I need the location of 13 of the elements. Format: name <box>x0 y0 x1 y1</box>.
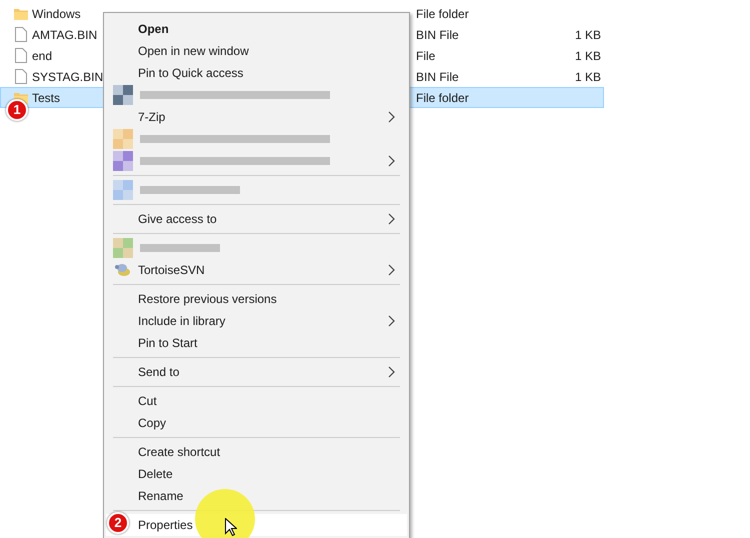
file-type: BIN File <box>416 70 459 84</box>
file-type: File folder <box>416 90 469 104</box>
file-type: BIN File <box>416 28 459 42</box>
file-name: Windows <box>32 6 81 20</box>
file-name: Tests <box>32 90 60 104</box>
file-size: 1 KB <box>574 48 601 64</box>
file-size: 1 KB <box>574 68 601 86</box>
file-name: end <box>32 48 52 62</box>
file-name: AMTAG.BIN <box>32 28 98 42</box>
file-type: File folder <box>416 6 469 20</box>
file-name: SYSTAG.BIN <box>32 70 104 84</box>
file-type: File <box>416 48 436 62</box>
file-size: 1 KB <box>574 26 601 44</box>
